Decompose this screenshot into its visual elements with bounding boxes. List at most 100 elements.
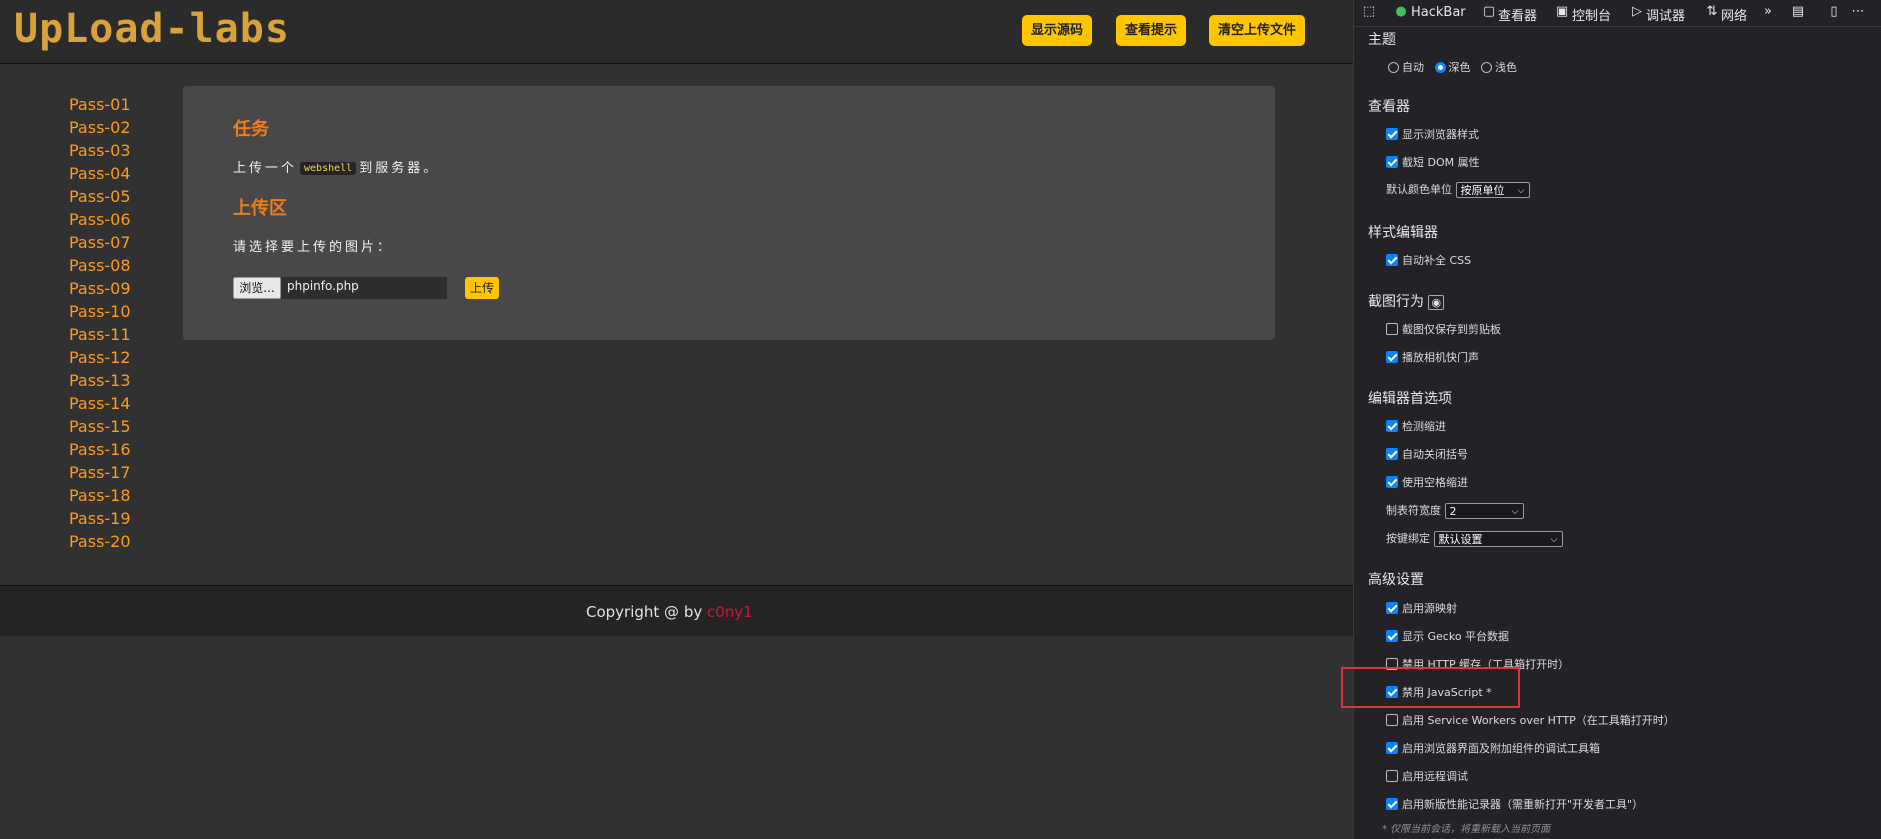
checkbox[interactable] [1386, 798, 1398, 810]
setting-gecko-platform-data[interactable]: 显示 Gecko 平台数据 [1386, 629, 1509, 645]
sidebar-item-pass[interactable]: Pass-02 [69, 116, 131, 139]
checkbox[interactable] [1386, 714, 1398, 726]
file-input[interactable]: 浏览... phpinfo.php [233, 277, 447, 299]
sidebar-item-pass[interactable]: Pass-05 [69, 185, 131, 208]
sidebar-item-pass[interactable]: Pass-06 [69, 208, 131, 231]
theme-options: 自动 深色 浅色 [1388, 60, 1517, 76]
sidebar-item-pass[interactable]: Pass-16 [69, 438, 131, 461]
dock-side-icon[interactable]: ▤ [1790, 4, 1806, 20]
setting-truncate-dom-attrs[interactable]: 截短 DOM 属性 [1386, 155, 1480, 171]
checkbox[interactable] [1386, 323, 1398, 335]
sidebar-item-pass[interactable]: Pass-07 [69, 231, 131, 254]
sidebar-item-pass[interactable]: Pass-11 [69, 323, 131, 346]
theme-auto-radio[interactable] [1388, 62, 1399, 73]
inspector-icon: ▢ [1482, 4, 1496, 19]
theme-dark-option[interactable]: 深色 [1434, 61, 1471, 74]
tab-size-label: 制表符宽度 [1386, 504, 1441, 517]
task-text-suffix: 到服务器。 [359, 161, 440, 176]
options-menu-icon[interactable]: ⋯ [1850, 4, 1866, 20]
sidebar-item-pass[interactable]: Pass-04 [69, 162, 131, 185]
author-link[interactable]: c0ny1 [707, 603, 753, 621]
setting-indent-spaces[interactable]: 使用空格缩进 [1386, 475, 1468, 491]
checkbox[interactable] [1386, 254, 1398, 266]
checkbox[interactable] [1386, 156, 1398, 168]
checkbox[interactable] [1386, 742, 1398, 754]
site-logo[interactable]: UpLoad-labs [14, 6, 290, 52]
setting-label: 自动关闭括号 [1402, 448, 1468, 461]
checkbox[interactable] [1386, 770, 1398, 782]
element-picker-icon[interactable]: ⬚ [1361, 4, 1377, 20]
setting-css-autocomplete[interactable]: 自动补全 CSS [1386, 253, 1471, 269]
checkbox[interactable] [1386, 630, 1398, 642]
sidebar-item-pass[interactable]: Pass-10 [69, 300, 131, 323]
setting-screenshot-clipboard[interactable]: 截图仅保存到剪贴板 [1386, 322, 1501, 338]
color-unit-select[interactable]: 按原单位 ⌵ [1455, 182, 1530, 198]
setting-new-perf-recorder[interactable]: 启用新版性能记录器（需重新打开"开发者工具"） [1386, 797, 1643, 813]
theme-dark-label: 深色 [1448, 61, 1471, 74]
tab-network[interactable]: 网络 [1721, 5, 1747, 24]
selected-file-name: phpinfo.php [287, 279, 359, 293]
chevron-down-icon: ⌵ [1511, 507, 1519, 517]
sidebar-item-pass[interactable]: Pass-09 [69, 277, 131, 300]
setting-auto-close-brackets[interactable]: 自动关闭括号 [1386, 447, 1468, 463]
tab-console[interactable]: 控制台 [1572, 5, 1611, 24]
sidebar-item-pass[interactable]: Pass-01 [69, 93, 131, 116]
theme-auto-option[interactable]: 自动 [1388, 61, 1424, 74]
sidebar-item-pass[interactable]: Pass-15 [69, 415, 131, 438]
checkbox[interactable] [1386, 602, 1398, 614]
theme-light-option[interactable]: 浅色 [1481, 61, 1517, 74]
sidebar-item-pass[interactable]: Pass-03 [69, 139, 131, 162]
highlight-box [1341, 667, 1520, 708]
color-unit-value: 按原单位 [1460, 184, 1505, 197]
sidebar-item-pass[interactable]: Pass-14 [69, 392, 131, 415]
checkbox[interactable] [1386, 448, 1398, 460]
setting-label: 使用空格缩进 [1402, 476, 1468, 489]
setting-detect-indent[interactable]: 检测缩进 [1386, 419, 1446, 435]
task-heading: 任务 [233, 119, 269, 140]
sidebar-item-pass[interactable]: Pass-18 [69, 484, 131, 507]
sidebar-item-pass[interactable]: Pass-13 [69, 369, 131, 392]
chevron-down-icon: ⌵ [1550, 535, 1558, 545]
checkbox[interactable] [1386, 351, 1398, 363]
setting-label: 启用浏览器界面及附加组件的调试工具箱 [1402, 742, 1600, 755]
task-code: webshell [300, 162, 357, 175]
tab-size-select[interactable]: 2 ⌵ [1444, 503, 1524, 519]
theme-light-radio[interactable] [1481, 62, 1492, 73]
theme-dark-radio[interactable] [1434, 62, 1446, 73]
setting-label: 启用远程调试 [1402, 770, 1468, 783]
sidebar-item-pass[interactable]: Pass-08 [69, 254, 131, 277]
theme-section-title: 主题 [1368, 32, 1396, 48]
upload-prompt: 请选择要上传的图片： [233, 240, 394, 255]
upload-labs-page: UpLoad-labs 显示源码 查看提示 清空上传文件 Pass-01 Pass… [0, 0, 1353, 839]
sidebar-item-pass[interactable]: Pass-17 [69, 461, 131, 484]
setting-source-maps[interactable]: 启用源映射 [1386, 601, 1457, 617]
show-source-button[interactable]: 显示源码 [1022, 15, 1093, 46]
more-tabs-icon[interactable]: » [1760, 4, 1776, 20]
setting-browser-toolbox[interactable]: 启用浏览器界面及附加组件的调试工具箱 [1386, 741, 1600, 757]
keybinding-select[interactable]: 默认设置 ⌵ [1433, 531, 1563, 547]
setting-show-browser-styles[interactable]: 显示浏览器样式 [1386, 127, 1479, 143]
upload-button[interactable]: 上传 [465, 277, 499, 299]
tab-debugger[interactable]: 调试器 [1646, 5, 1685, 24]
sidebar-item-pass[interactable]: Pass-12 [69, 346, 131, 369]
checkbox[interactable] [1386, 420, 1398, 432]
browse-button[interactable]: 浏览... [233, 277, 281, 299]
setting-service-workers-http[interactable]: 启用 Service Workers over HTTP（在工具箱打开时） [1386, 713, 1675, 729]
session-note: * 仅限当前会话，将重新载入当前页面 [1382, 824, 1551, 835]
setting-remote-debugging[interactable]: 启用远程调试 [1386, 769, 1468, 785]
camera-icon: ◉ [1428, 295, 1445, 310]
checkbox[interactable] [1386, 476, 1398, 488]
view-hint-button[interactable]: 查看提示 [1116, 15, 1187, 46]
tab-inspector[interactable]: 查看器 [1498, 5, 1537, 24]
sidebar-item-pass[interactable]: Pass-20 [69, 530, 131, 553]
network-icon: ⇅ [1706, 4, 1718, 19]
console-icon: ▣ [1555, 4, 1569, 19]
site-header: UpLoad-labs 显示源码 查看提示 清空上传文件 [0, 0, 1353, 64]
clear-uploads-button[interactable]: 清空上传文件 [1209, 15, 1306, 46]
checkbox[interactable] [1386, 128, 1398, 140]
responsive-design-icon[interactable]: ▯ [1826, 4, 1842, 20]
sidebar-item-pass[interactable]: Pass-19 [69, 507, 131, 530]
tab-hackbar[interactable]: HackBar [1411, 5, 1466, 20]
setting-shutter-sound[interactable]: 播放相机快门声 [1386, 350, 1479, 366]
devtools-toolbar: ⬚ ● HackBar ▢ 查看器 ▣ 控制台 ▷ 调试器 ⇅ 网络 » ▤ ▯… [1354, 0, 1881, 27]
